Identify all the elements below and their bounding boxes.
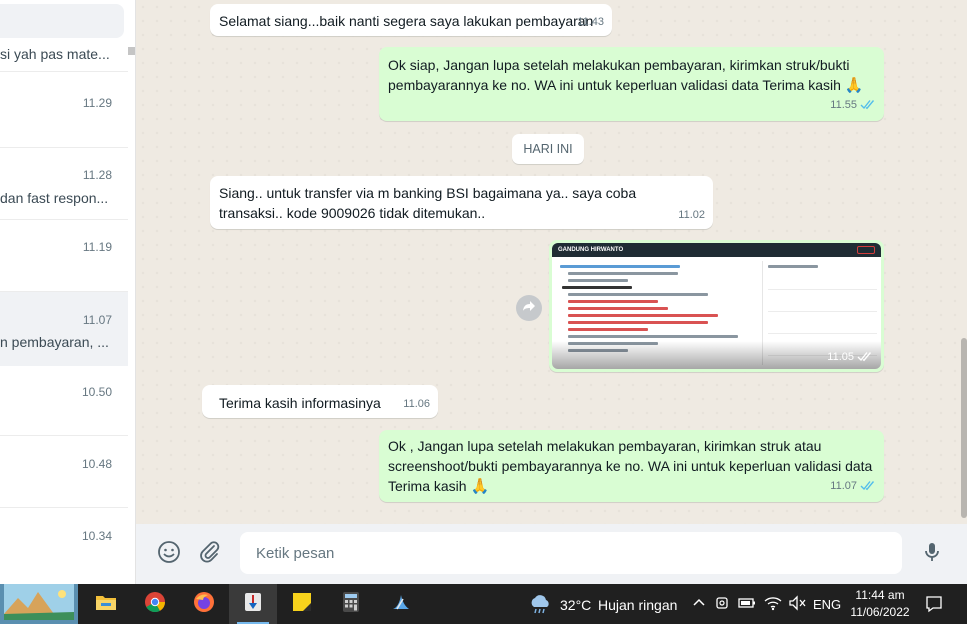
chat-list-item[interactable]: 10.48	[0, 436, 128, 508]
chat-list-item[interactable]: 10.34	[0, 508, 128, 584]
read-ticks-icon	[857, 351, 873, 365]
message-incoming[interactable]: Terima kasih informasinya 11.06	[202, 385, 438, 418]
message-incoming[interactable]: Siang.. untuk transfer via m banking BSI…	[210, 176, 713, 229]
taskbar-calculator[interactable]	[327, 584, 375, 624]
message-meta: 11.55	[830, 95, 876, 117]
forward-button[interactable]	[516, 295, 542, 321]
pray-emoji: 🙏	[844, 77, 864, 94]
taskbar-firefox[interactable]	[180, 584, 228, 624]
chat-list-item[interactable]: 10.50	[0, 366, 128, 436]
emoji-icon	[157, 540, 181, 569]
app-icon	[243, 591, 263, 618]
thumbnail-instructions	[556, 261, 756, 352]
image-message-meta: 11.05	[827, 351, 873, 365]
message-time: 11.05	[827, 351, 854, 363]
chat-list-item[interactable]: 11.28 dan fast respon...	[0, 148, 128, 220]
emoji-button[interactable]	[155, 540, 183, 568]
chat-time: 10.48	[81, 457, 112, 471]
chat-time: 11.28	[82, 168, 112, 182]
taskbar-chrome[interactable]	[131, 584, 179, 624]
chat-time: 10.50	[81, 385, 112, 399]
message-meta: 11.07	[830, 476, 876, 498]
taskbar-snipping-tool[interactable]	[376, 584, 424, 624]
screenshot-thumbnail[interactable]: GANDUNG HIRWANTO 11.05	[552, 243, 881, 369]
firefox-icon	[193, 591, 215, 618]
taskbar-active-app[interactable]	[229, 584, 277, 624]
chat-preview: si yah pas mate...	[0, 46, 110, 62]
chat-list-item[interactable]: 11.29	[0, 72, 128, 148]
notification-center-icon[interactable]	[925, 595, 943, 618]
chat-time: 11.19	[82, 240, 112, 254]
chat-preview: n pembayaran, ...	[0, 334, 109, 350]
mic-icon	[920, 540, 944, 569]
conversation-scrollbar[interactable]	[961, 338, 967, 518]
chat-time: 10.34	[81, 529, 112, 543]
thumbnail-header: GANDUNG HIRWANTO	[552, 243, 881, 257]
chat-list-item[interactable]: si yah pas mate...	[0, 40, 128, 72]
thumbnail-header-name: GANDUNG HIRWANTO	[558, 247, 624, 253]
message-time: 11.02	[678, 209, 705, 221]
wifi-icon[interactable]	[764, 595, 782, 616]
input-language[interactable]: ENG	[813, 597, 841, 612]
conversation-panel: Selamat siang...baik nanti segera saya l…	[136, 0, 967, 524]
file-explorer-icon	[95, 593, 117, 616]
weather-temperature[interactable]: 32°C	[560, 597, 591, 613]
message-text: Ok siap, Jangan lupa setelah melakukan p…	[388, 57, 864, 94]
volume-muted-icon[interactable]	[788, 595, 806, 616]
composer-bar	[136, 524, 967, 584]
chat-list-panel: si yah pas mate... 11.29 11.28 dan fast …	[0, 0, 136, 584]
widgets-button[interactable]	[0, 583, 78, 624]
message-time: 11.07	[830, 480, 857, 492]
chat-list-item[interactable]: 11.19	[0, 220, 128, 292]
show-hidden-icons-icon[interactable]	[692, 596, 706, 615]
chat-time: 11.07	[82, 313, 112, 327]
snipping-tool-icon	[389, 591, 411, 618]
chat-preview: dan fast respon...	[0, 190, 109, 206]
voice-message-button[interactable]	[918, 540, 946, 568]
attach-button[interactable]	[196, 540, 224, 568]
taskbar-sticky-notes[interactable]	[278, 584, 326, 624]
meet-now-icon[interactable]	[715, 595, 731, 616]
attach-icon	[198, 540, 222, 569]
clock-date[interactable]: 11/06/2022	[848, 605, 912, 619]
day-divider: HARI INI	[512, 134, 584, 164]
chrome-icon	[144, 591, 166, 618]
cloud-rain-icon	[528, 594, 552, 619]
weather-description[interactable]: Hujan ringan	[598, 597, 677, 613]
search-box[interactable]	[0, 4, 124, 38]
calculator-icon	[342, 591, 360, 618]
taskbar-file-explorer[interactable]	[82, 584, 130, 624]
message-outgoing[interactable]: Ok siap, Jangan lupa setelah melakukan p…	[379, 47, 884, 121]
windows-taskbar: 32°C Hujan ringan ENG 11:44 am 11/06/202…	[0, 583, 967, 624]
message-outgoing[interactable]: Ok , Jangan lupa setelah melakukan pemba…	[379, 430, 884, 502]
message-text: Siang.. untuk transfer via m banking BSI…	[219, 185, 637, 221]
sticky-notes-icon	[291, 591, 313, 618]
message-text: Selamat siang...baik nanti segera saya l…	[219, 13, 594, 29]
message-time: 11.55	[830, 99, 857, 111]
chat-time: 11.29	[82, 96, 112, 110]
image-message[interactable]: GANDUNG HIRWANTO 11.05	[549, 240, 884, 372]
landscape-widget-icon	[4, 583, 74, 624]
message-incoming[interactable]: Selamat siang...baik nanti segera saya l…	[210, 4, 612, 36]
message-input[interactable]	[240, 532, 902, 574]
pray-emoji: 🙏	[470, 478, 490, 495]
message-text: Terima kasih informasinya	[219, 395, 381, 411]
scrollbar-marker[interactable]	[128, 47, 135, 55]
read-ticks-icon	[860, 97, 876, 117]
chat-list-item-active[interactable]: 11.07 n pembayaran, ...	[0, 292, 128, 366]
message-time: 11.06	[403, 398, 430, 410]
message-text: Ok , Jangan lupa setelah melakukan pemba…	[388, 438, 873, 495]
message-time: 11.43	[577, 16, 604, 28]
forward-icon	[522, 299, 536, 317]
battery-icon[interactable]	[738, 596, 756, 615]
read-ticks-icon	[860, 478, 876, 498]
clock-time[interactable]: 11:44 am	[850, 588, 910, 602]
